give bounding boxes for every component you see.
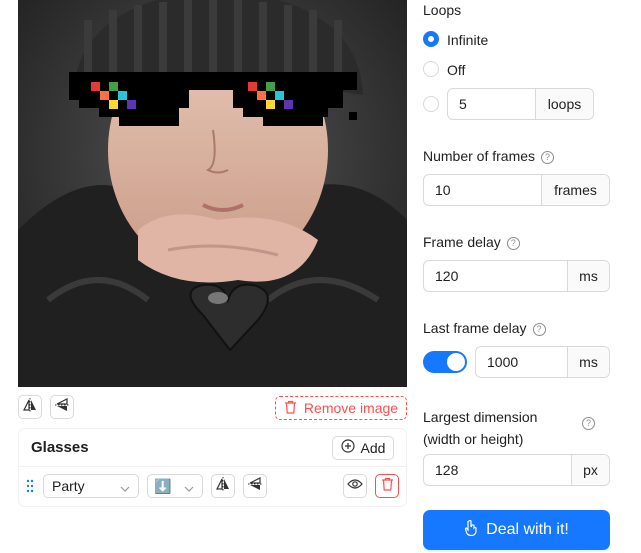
glasses-title: Glasses	[31, 439, 89, 456]
pointer-hand-icon	[464, 519, 478, 541]
loops-unit: loops	[535, 89, 593, 119]
frame-delay-label-row: Frame delay?	[423, 234, 520, 250]
frame-delay-label: Frame delay	[423, 234, 501, 250]
add-glasses-label: Add	[360, 439, 386, 456]
last-frame-delay-label: Last frame delay	[423, 320, 527, 336]
last-frame-delay-label-row: Last frame delay?	[423, 320, 546, 336]
largest-dimension-label-line2: (width or height)	[423, 431, 524, 447]
question-circle-icon[interactable]: ?	[582, 417, 595, 430]
flip-horizontal-button[interactable]	[18, 395, 42, 419]
frames-unit: frames	[541, 175, 609, 205]
flip-vertical-icon	[55, 397, 69, 417]
question-circle-icon[interactable]: ?	[532, 323, 546, 336]
largest-dimension-label: Largest dimension (width or height)	[423, 406, 537, 450]
question-circle-icon[interactable]: ?	[541, 151, 555, 164]
last-frame-delay-unit: ms	[567, 347, 609, 377]
loops-count-field[interactable]: 5 loops	[447, 88, 594, 120]
last-frame-delay-toggle[interactable]	[423, 351, 467, 373]
loops-infinite-radio[interactable]	[423, 31, 439, 47]
frames-input[interactable]: 10	[424, 175, 541, 205]
loops-count-input[interactable]: 5	[448, 89, 535, 119]
chevron-down-icon	[184, 481, 194, 497]
glasses-direction-select[interactable]: ⬇️	[147, 474, 203, 498]
add-glasses-button[interactable]: Add	[332, 435, 394, 460]
glasses-style-value: Party	[52, 478, 85, 494]
loops-off-radio[interactable]	[423, 61, 439, 77]
largest-dimension-input[interactable]: 128	[424, 455, 571, 485]
question-circle-icon[interactable]: ?	[506, 237, 520, 250]
largest-dimension-unit: px	[571, 455, 609, 485]
glasses-panel: Glasses Add Party ⬇️	[18, 428, 407, 507]
eye-icon	[347, 477, 363, 495]
loops-off-label[interactable]: Off	[447, 62, 465, 78]
frame-delay-field[interactable]: 120 ms	[423, 260, 610, 292]
frames-label: Number of frames	[423, 148, 536, 164]
loops-label: Loops	[423, 2, 462, 18]
remove-image-button[interactable]: Remove image	[275, 396, 407, 420]
drag-handle-icon[interactable]	[26, 479, 38, 493]
deal-with-it-label: Deal with it!	[486, 521, 569, 538]
source-photo	[18, 0, 407, 387]
glasses-delete-button[interactable]	[375, 474, 399, 498]
glasses-visibility-button[interactable]	[343, 474, 367, 498]
frame-delay-input[interactable]: 120	[424, 261, 567, 291]
last-frame-delay-field[interactable]: 1000 ms	[475, 346, 610, 378]
glasses-flip-vertical-button[interactable]	[243, 474, 267, 498]
glasses-flip-horizontal-button[interactable]	[211, 474, 235, 498]
toggle-knob	[447, 353, 465, 371]
flip-horizontal-icon	[216, 476, 230, 496]
trash-icon	[381, 477, 394, 496]
flip-vertical-icon	[248, 476, 262, 496]
largest-dimension-field[interactable]: 128 px	[423, 454, 610, 486]
trash-icon	[284, 400, 297, 417]
frames-field[interactable]: 10 frames	[423, 174, 610, 206]
glasses-direction-value: ⬇️	[154, 477, 172, 494]
flip-vertical-button[interactable]	[50, 395, 74, 419]
plus-circle-icon	[340, 439, 355, 456]
frame-delay-unit: ms	[567, 261, 609, 291]
loops-infinite-label[interactable]: Infinite	[447, 32, 488, 48]
remove-image-label: Remove image	[303, 400, 399, 416]
loops-custom-radio[interactable]	[423, 96, 439, 112]
glasses-item: Party ⬇️	[19, 467, 406, 507]
deal-with-it-button[interactable]: Deal with it!	[423, 510, 610, 550]
flip-horizontal-icon	[23, 397, 37, 417]
largest-dimension-label-line1: Largest dimension	[423, 409, 538, 425]
chevron-down-icon	[120, 481, 130, 497]
last-frame-delay-input[interactable]: 1000	[476, 347, 567, 377]
frames-label-row: Number of frames?	[423, 148, 555, 164]
glasses-style-select[interactable]: Party	[43, 474, 139, 498]
